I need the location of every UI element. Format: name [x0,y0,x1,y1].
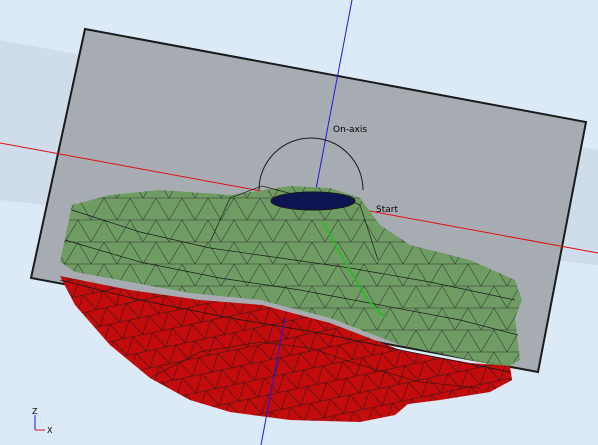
dome-top-cap[interactable] [270,191,356,211]
on-axis-label: On-axis [333,125,367,135]
triad-z-label: Z [32,407,38,416]
scene-canvas[interactable]: On-axis Start Z X [0,0,598,445]
3d-viewport[interactable]: On-axis Start Z X [0,0,598,445]
triad-x-label: X [47,426,53,435]
start-label: Start [376,205,398,215]
